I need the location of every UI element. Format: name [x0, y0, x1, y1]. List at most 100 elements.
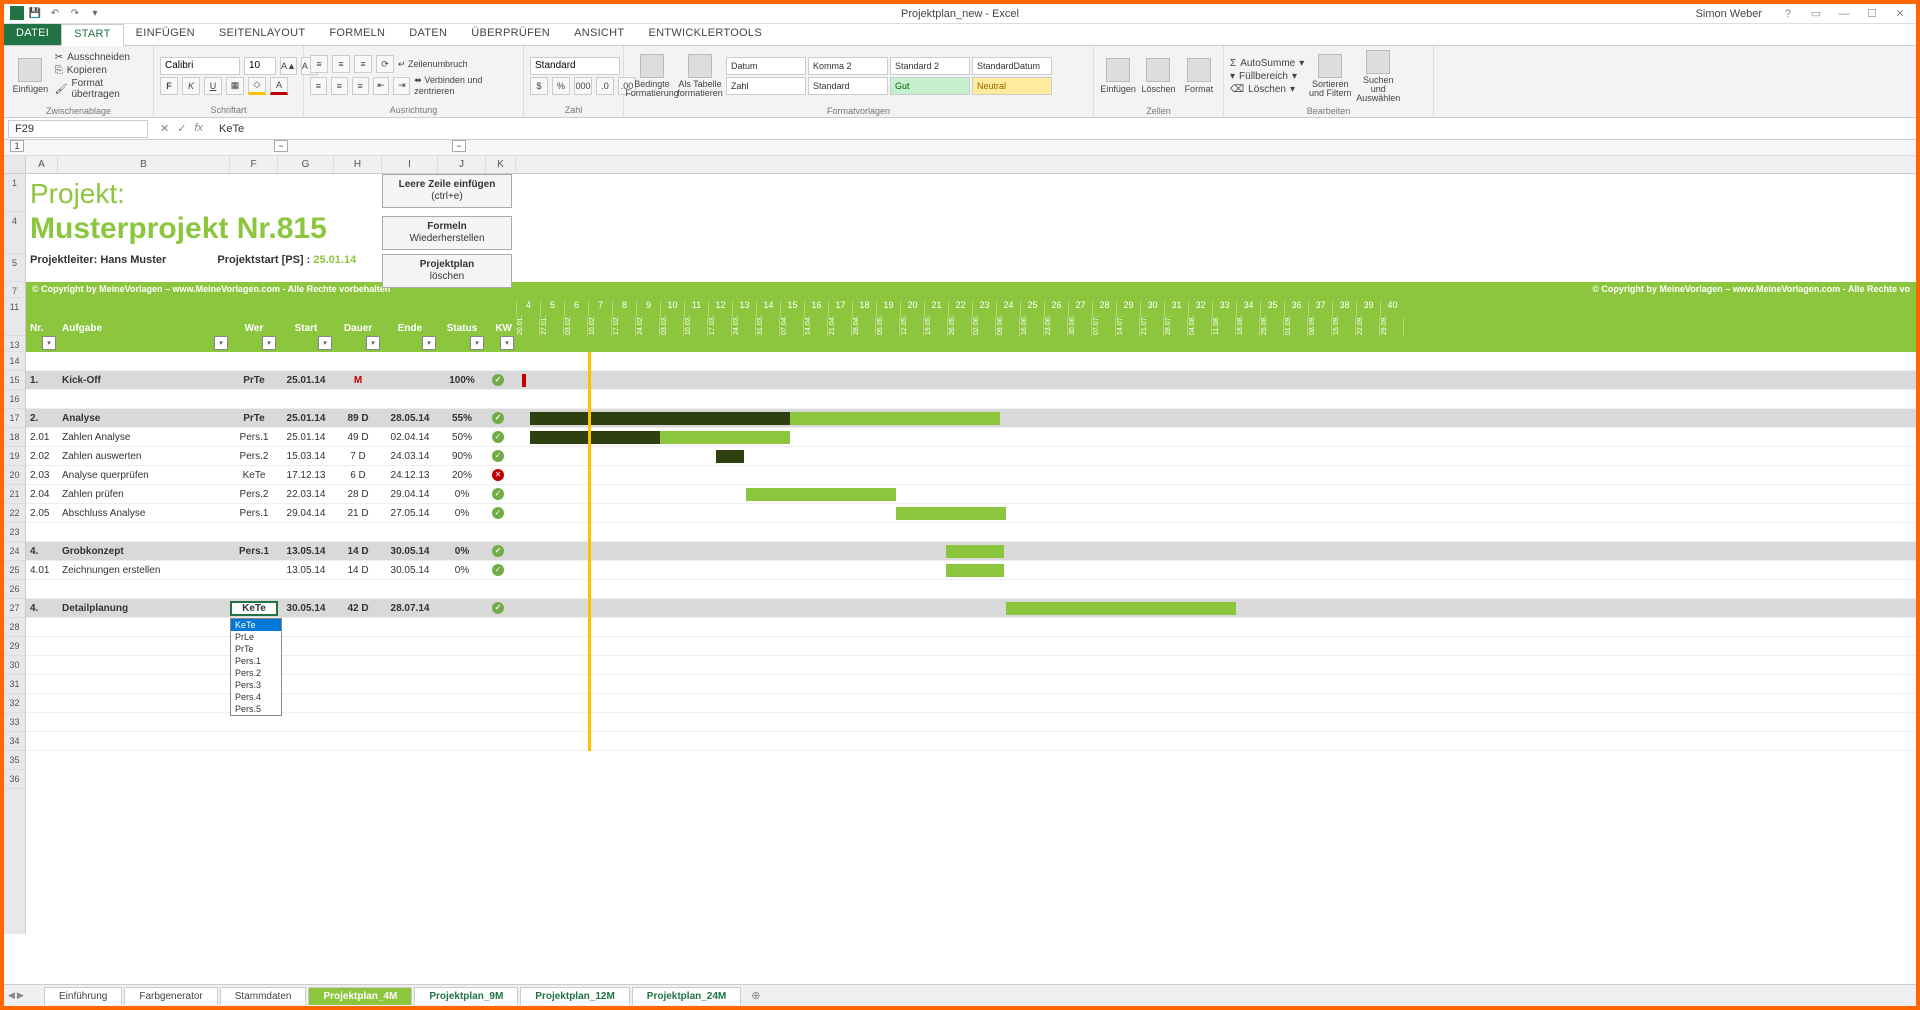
sheet-tab-einführung[interactable]: Einführung	[44, 987, 122, 1005]
bold-button[interactable]: F	[160, 77, 178, 95]
filter-kw[interactable]: ▾	[500, 336, 514, 350]
task-row[interactable]	[26, 523, 516, 542]
paste-button[interactable]: Einfügen	[10, 48, 51, 104]
gantt-bar[interactable]	[660, 431, 790, 444]
ribbon-tab-formeln[interactable]: FORMELN	[317, 24, 397, 45]
fx-icon[interactable]: fx	[194, 122, 203, 135]
fill-color-button[interactable]: ◇	[248, 77, 266, 95]
sheet-tab-projektplan_24m[interactable]: Projektplan_24M	[632, 987, 741, 1005]
ribbon-tab-ansicht[interactable]: ANSICHT	[562, 24, 636, 45]
row-header-25[interactable]: 25	[4, 561, 25, 580]
sheet-tab-projektplan_9m[interactable]: Projektplan_9M	[414, 987, 518, 1005]
grow-font-icon[interactable]: A▲	[280, 57, 297, 75]
task-row[interactable]: 2.01Zahlen AnalysePers.125.01.1449 D02.0…	[26, 428, 516, 447]
filter-nr[interactable]: ▾	[42, 336, 56, 350]
row-header-26[interactable]: 26	[4, 580, 25, 599]
row-header-31[interactable]: 31	[4, 675, 25, 694]
task-row[interactable]: 2.03Analyse querprüfenKeTe17.12.136 D24.…	[26, 466, 516, 485]
comma-icon[interactable]: 000	[574, 77, 592, 95]
align-top-icon[interactable]: ≡	[310, 55, 328, 73]
sort-filter-button[interactable]: Sortieren und Filtern	[1308, 48, 1352, 104]
row-header-30[interactable]: 30	[4, 656, 25, 675]
row-header-32[interactable]: 32	[4, 694, 25, 713]
accept-formula-icon[interactable]: ✓	[177, 122, 186, 135]
fill-button[interactable]: ▾ Füllbereich ▾	[1230, 71, 1304, 82]
gantt-bar[interactable]	[946, 545, 1004, 558]
col-header-H[interactable]: H	[334, 156, 382, 173]
style-gut[interactable]: Gut	[890, 77, 970, 95]
italic-button[interactable]: K	[182, 77, 200, 95]
insert-row-button[interactable]: Leere Zeile einfügen(ctrl+e)	[382, 174, 512, 208]
row-header-23[interactable]: 23	[4, 523, 25, 542]
wrap-button[interactable]: ↵ Zeilenumbruch	[398, 59, 468, 70]
align-mid-icon[interactable]: ≡	[332, 55, 350, 73]
ribbon-tab-start[interactable]: START	[61, 24, 124, 46]
dropdown-option[interactable]: Pers.5	[231, 703, 281, 715]
table-format-button[interactable]: Als Tabelle formatieren	[678, 48, 722, 104]
row-header-16[interactable]: 16	[4, 390, 25, 409]
qat-save-icon[interactable]: 💾	[26, 6, 44, 22]
sheet-tab-stammdaten[interactable]: Stammdaten	[220, 987, 307, 1005]
delete-cells-button[interactable]: Löschen	[1140, 48, 1176, 104]
row-header-18[interactable]: 18	[4, 428, 25, 447]
outline-collapse-2[interactable]: −	[452, 140, 466, 152]
style-standard[interactable]: Standard	[808, 77, 888, 95]
select-all-button[interactable]	[4, 156, 26, 173]
user-name[interactable]: Simon Weber	[1696, 8, 1762, 20]
row-header-35[interactable]: 35	[4, 751, 25, 770]
restore-formulas-button[interactable]: FormelnWiederherstellen	[382, 216, 512, 250]
row-header-4[interactable]: 4	[4, 212, 25, 254]
autosum-button[interactable]: Σ AutoSumme ▾	[1230, 58, 1304, 69]
cut-button[interactable]: ✂ Ausschneiden	[55, 52, 147, 63]
font-size-select[interactable]	[244, 57, 276, 75]
delete-plan-button[interactable]: Projektplanlöschen	[382, 254, 512, 288]
task-row[interactable]: 4.01Zeichnungen erstellen13.05.1414 D30.…	[26, 561, 516, 580]
task-row[interactable]: 2.05Abschluss AnalysePers.129.04.1421 D2…	[26, 504, 516, 523]
gantt-bar[interactable]	[790, 412, 1000, 425]
merge-button[interactable]: ⬌ Verbinden und zentrieren	[414, 75, 517, 96]
style-komma-2[interactable]: Komma 2	[808, 57, 888, 75]
task-row[interactable]	[26, 352, 516, 371]
row-header-15[interactable]: 15	[4, 371, 25, 390]
style-zahl[interactable]: Zahl	[726, 77, 806, 95]
col-header-A[interactable]: A	[26, 156, 58, 173]
sheet-tab-projektplan_4m[interactable]: Projektplan_4M	[308, 987, 412, 1005]
dropdown-option[interactable]: PrLe	[231, 631, 281, 643]
row-header-36[interactable]: 36	[4, 770, 25, 789]
row-header-20[interactable]: 20	[4, 466, 25, 485]
row-header-29[interactable]: 29	[4, 637, 25, 656]
ribbon-tab-überprüfen[interactable]: ÜBERPRÜFEN	[459, 24, 562, 45]
row-header-28[interactable]: 28	[4, 618, 25, 637]
name-box[interactable]: F29	[8, 120, 148, 138]
row-header-14[interactable]: 14	[4, 352, 25, 371]
filter-status[interactable]: ▾	[470, 336, 484, 350]
insert-cells-button[interactable]: Einfügen	[1100, 48, 1136, 104]
dropdown-option[interactable]: Pers.1	[231, 655, 281, 667]
align-center-icon[interactable]: ≡	[331, 77, 348, 95]
copy-button[interactable]: ⎘ Kopieren	[55, 65, 147, 76]
row-header-1[interactable]: 1	[4, 174, 25, 212]
gantt-bar[interactable]	[530, 412, 790, 425]
sheet-tab-projektplan_12m[interactable]: Projektplan_12M	[520, 987, 629, 1005]
gantt-bar[interactable]	[946, 564, 1004, 577]
inc-dec-icon[interactable]: .0	[596, 77, 614, 95]
tab-nav-prev[interactable]: ◀	[8, 990, 15, 1001]
col-header-K[interactable]: K	[486, 156, 516, 173]
qat-undo-icon[interactable]: ↶	[46, 6, 64, 22]
row-header-27[interactable]: 27	[4, 599, 25, 618]
col-header-B[interactable]: B	[58, 156, 230, 173]
percent-icon[interactable]: %	[552, 77, 570, 95]
dropdown-option[interactable]: KeTe	[231, 619, 281, 631]
ribbon-tab-einfügen[interactable]: EINFÜGEN	[124, 24, 207, 45]
number-format-select[interactable]	[530, 57, 620, 75]
row-header-11[interactable]: 11	[4, 298, 25, 336]
task-row[interactable]	[26, 390, 516, 409]
filter-end[interactable]: ▾	[422, 336, 436, 350]
align-left-icon[interactable]: ≡	[310, 77, 327, 95]
indent-inc-icon[interactable]: ⇥	[393, 77, 410, 95]
style-neutral[interactable]: Neutral	[972, 77, 1052, 95]
task-row[interactable]: 2.02Zahlen auswertenPers.215.03.147 D24.…	[26, 447, 516, 466]
ribbon-opts-icon[interactable]: ▭	[1806, 7, 1826, 20]
dropdown-option[interactable]: Pers.2	[231, 667, 281, 679]
find-select-button[interactable]: Suchen und Auswählen	[1356, 48, 1400, 104]
